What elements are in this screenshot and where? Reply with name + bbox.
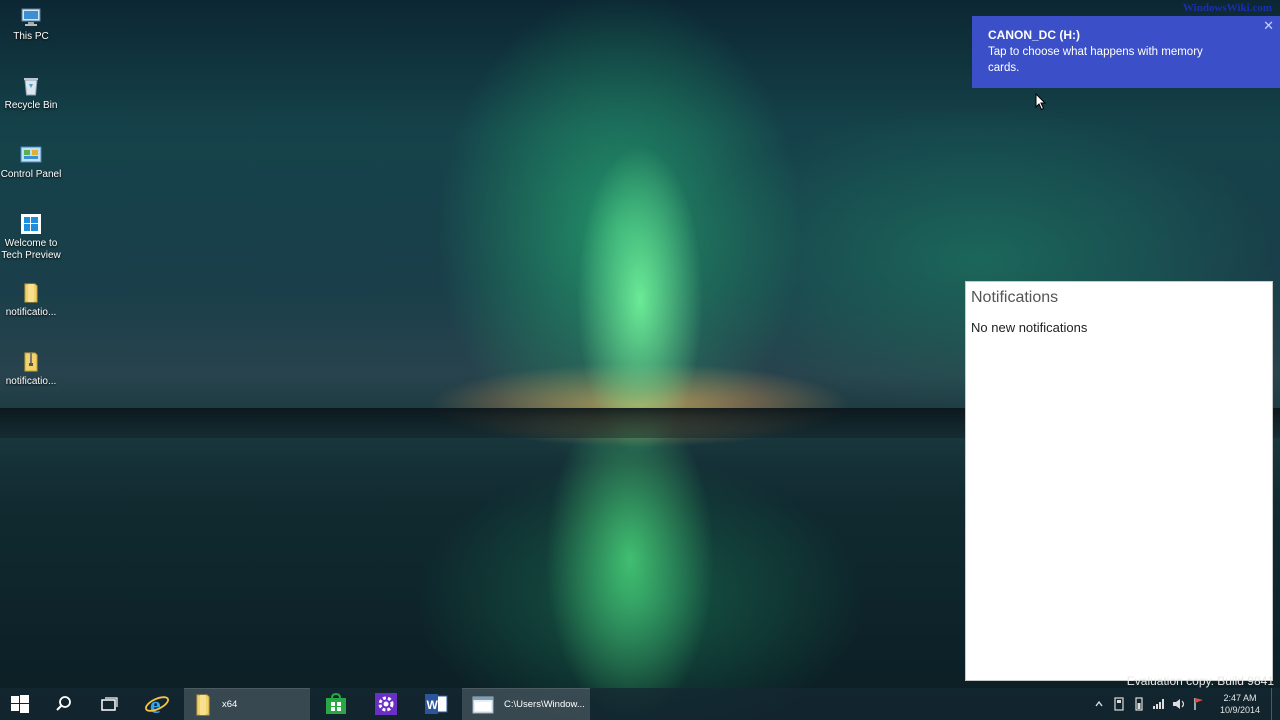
desktop-icon-label: Control Panel xyxy=(0,169,62,180)
folder-icon xyxy=(196,694,210,715)
task-view-button[interactable] xyxy=(88,688,132,720)
volume-button[interactable] xyxy=(1169,688,1189,720)
taskbar-settings[interactable] xyxy=(362,688,410,720)
windows-logo-icon xyxy=(11,695,29,713)
autoplay-toast[interactable]: CANON_DC (H:) Tap to choose what happens… xyxy=(972,16,1280,88)
taskbar-item-label: x64 xyxy=(222,699,238,710)
close-icon[interactable]: ✕ xyxy=(1263,18,1274,34)
desktop-icon-label: This PC xyxy=(13,31,49,42)
clock-date: 10/9/2014 xyxy=(1219,705,1261,715)
desktop-icon-label: Welcome to Tech Preview xyxy=(1,238,61,261)
folder-zip-icon xyxy=(24,352,38,372)
window-icon xyxy=(472,696,494,713)
show-desktop-button[interactable] xyxy=(1271,688,1280,720)
start-button[interactable] xyxy=(0,688,40,720)
taskbar-word[interactable]: W xyxy=(412,688,460,720)
control-panel-icon xyxy=(20,146,42,163)
watermark: WindowsWiki.com xyxy=(1182,2,1272,14)
network-button[interactable] xyxy=(1149,688,1169,720)
network-icon xyxy=(1153,699,1164,709)
mouse-cursor-icon xyxy=(1035,93,1047,111)
notifications-panel: Notifications No new notifications xyxy=(965,281,1273,681)
action-center-button[interactable] xyxy=(1109,688,1129,720)
settings-icon xyxy=(375,693,397,715)
notifications-empty-text: No new notifications xyxy=(971,320,1088,335)
notifications-title: Notifications xyxy=(971,289,1059,306)
recycle-bin-icon xyxy=(24,78,38,96)
evaluation-copy-text: Evaluation copy. Build 9841 xyxy=(1126,674,1274,688)
desktop-icon-label: notificatio... xyxy=(5,376,57,387)
notification-flag-icon xyxy=(1194,698,1203,710)
tray-clock[interactable]: 2:47 AM 10/9/2014 xyxy=(1209,692,1271,716)
computer-icon xyxy=(21,8,41,26)
svg-text:W: W xyxy=(427,698,439,712)
toast-title: CANON_DC (H:) xyxy=(988,28,1080,42)
desktop-icon-recycle-bin[interactable]: Recycle Bin xyxy=(0,69,62,112)
chevron-up-icon xyxy=(1095,700,1103,707)
action-center-icon xyxy=(1114,697,1124,711)
svg-text:e: e xyxy=(150,693,161,716)
store-icon xyxy=(326,693,346,714)
windows-welcome-icon xyxy=(21,214,41,234)
desktop-icon-control-panel[interactable]: Control Panel xyxy=(0,138,62,181)
desktop-icon-label: notificatio... xyxy=(5,307,57,318)
toast-body: Tap to choose what happens with memory c… xyxy=(988,46,1203,74)
taskbar-internet-explorer[interactable]: e xyxy=(134,688,180,720)
folder-icon xyxy=(24,283,38,303)
system-tray: 2:47 AM 10/9/2014 xyxy=(1089,688,1280,720)
volume-icon xyxy=(1173,699,1185,709)
desktop-icon-this-pc[interactable]: This PC xyxy=(0,0,62,43)
power-icon xyxy=(1135,697,1143,711)
taskbar-command-prompt[interactable]: C:\Users\Window... xyxy=(462,688,590,720)
desktop-icon-welcome[interactable]: Welcome to Tech Preview xyxy=(0,207,62,262)
internet-explorer-icon: e xyxy=(145,693,169,716)
taskbar-item-label: C:\Users\Window... xyxy=(504,699,585,710)
notification-flag-button[interactable] xyxy=(1189,688,1209,720)
taskbar: e x64 W C:\Users\Window... 2:47 AM 10/9/… xyxy=(0,688,1280,720)
desktop-icon-notification-folder[interactable]: notificatio... xyxy=(0,276,62,319)
taskbar-file-explorer[interactable]: x64 xyxy=(184,688,310,720)
show-hidden-icons-button[interactable] xyxy=(1089,688,1109,720)
search-icon xyxy=(56,696,71,711)
word-icon: W xyxy=(425,694,448,714)
search-button[interactable] xyxy=(42,688,86,720)
power-button[interactable] xyxy=(1129,688,1149,720)
taskbar-store[interactable] xyxy=(312,688,360,720)
desktop-icon-label: Recycle Bin xyxy=(4,100,58,111)
clock-time: 2:47 AM xyxy=(1223,693,1257,703)
desktop-icon-notification-zip[interactable]: notificatio... xyxy=(0,345,62,388)
task-view-icon xyxy=(101,697,118,711)
